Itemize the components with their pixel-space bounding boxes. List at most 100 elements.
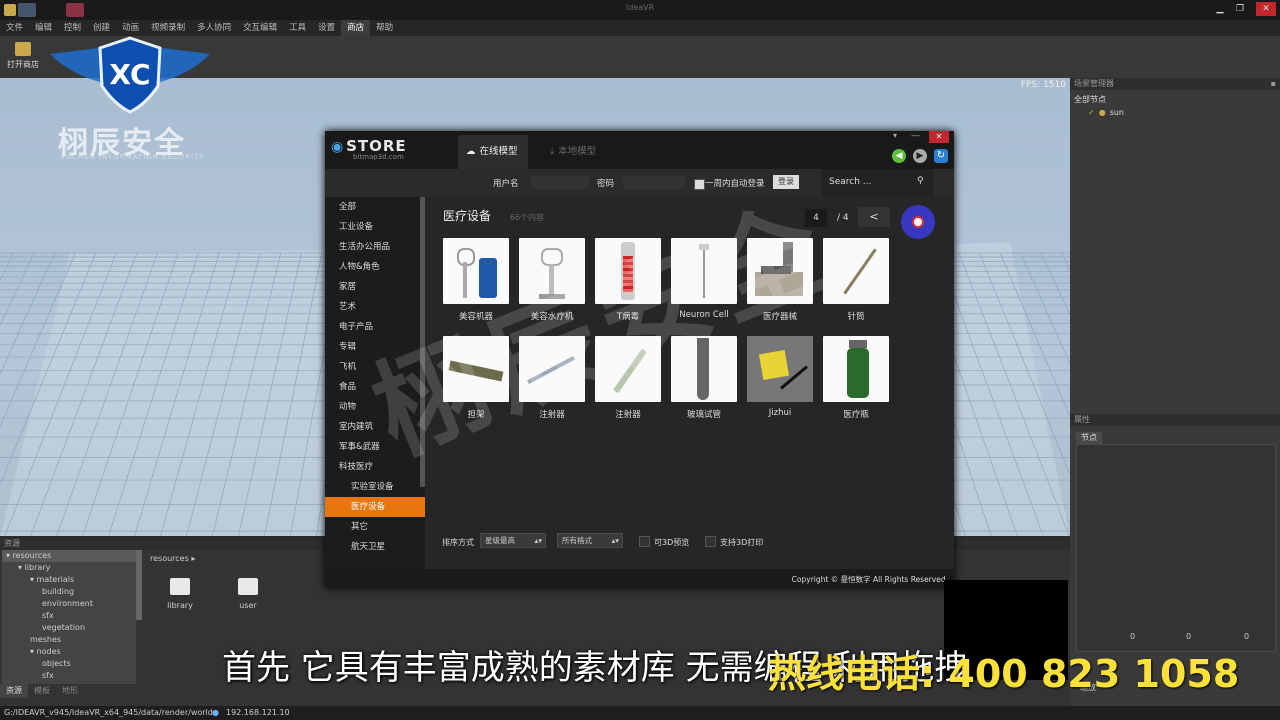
breadcrumb-item[interactable]: resources xyxy=(150,554,189,563)
window-thumbnail[interactable] xyxy=(18,3,36,17)
asset-tab[interactable]: 资源 xyxy=(0,684,28,698)
title-bar: IdeaVR ▁ ❐ ✕ xyxy=(0,0,1280,20)
tree-node[interactable]: sfx xyxy=(2,670,136,682)
ip-address: 192.168.121.10 xyxy=(226,708,290,717)
close-icon[interactable]: ✕ xyxy=(1256,2,1276,16)
folder-grid: library user xyxy=(160,578,268,610)
search-box[interactable]: Search ... ⚲ xyxy=(821,169,933,197)
category-item[interactable]: 全部 xyxy=(325,197,425,217)
open-store-button[interactable]: 打开商店 xyxy=(4,40,42,74)
model-card[interactable]: 医疗瓶 xyxy=(823,336,889,420)
model-name: 玻璃试管 xyxy=(686,410,721,420)
store-footer: Copyright © 曼恒数字 All Rights Reserved. xyxy=(325,569,954,588)
tree-node-label: building xyxy=(42,587,75,596)
3d-preview-label: 可3D预览 xyxy=(654,538,690,547)
close-icon[interactable]: ✕ xyxy=(929,131,949,143)
username-field[interactable] xyxy=(531,176,589,189)
model-thumbnail[interactable] xyxy=(747,336,813,402)
minimize-icon[interactable]: ▁ xyxy=(1212,2,1228,16)
refresh-icon[interactable]: ↻ xyxy=(934,149,948,163)
model-thumbnail[interactable] xyxy=(823,336,889,402)
asset-tab[interactable]: 地形 xyxy=(56,684,84,698)
menu-item[interactable]: 交互编辑 xyxy=(237,20,283,36)
3d-preview-checkbox[interactable] xyxy=(639,536,650,547)
tree-scrollbar[interactable] xyxy=(136,550,142,620)
folder-label: library xyxy=(167,601,193,610)
menu-item[interactable]: 帮助 xyxy=(370,20,399,36)
model-name: 注射器 xyxy=(615,410,641,420)
maximize-icon[interactable]: ❐ xyxy=(1232,2,1248,16)
category-item[interactable]: 家居 xyxy=(325,277,425,297)
scene-root-node[interactable]: 全部节点 xyxy=(1074,94,1106,105)
sort-select[interactable]: 星级最高 ▴▾ xyxy=(480,533,546,548)
check-icon[interactable]: ✓ xyxy=(1088,108,1095,117)
search-icon[interactable]: ⚲ xyxy=(917,176,924,186)
item-count: 66个内容 xyxy=(510,213,545,222)
tab-online-models[interactable]: ☁ 在线模型 xyxy=(458,135,528,169)
category-item[interactable]: 工业设备 xyxy=(325,217,425,237)
logo-mark: XC xyxy=(109,58,150,91)
tree-node[interactable]: meshes xyxy=(2,634,136,646)
download-icon: ⤓ xyxy=(550,146,555,157)
tree-node[interactable]: ▾ library xyxy=(2,562,136,574)
3d-print-label: 支持3D打印 xyxy=(720,538,764,547)
value-field[interactable]: 0 xyxy=(1186,632,1191,641)
forward-icon[interactable]: ▶ xyxy=(913,149,927,163)
tree-node[interactable]: objects xyxy=(2,658,136,670)
app-icon xyxy=(4,4,16,16)
menu-item[interactable]: 设置 xyxy=(312,20,341,36)
scene-node-sun[interactable]: ✓ ● sun xyxy=(1088,108,1124,117)
tab-node[interactable]: 节点 xyxy=(1076,432,1102,444)
value-field[interactable]: 0 xyxy=(1130,632,1135,641)
tree-node[interactable]: building xyxy=(2,586,136,598)
world-path: G:/IDEAVR_v945/IdeaVR_x64_945/data/rende… xyxy=(4,708,213,717)
model-card[interactable]: Jizhui xyxy=(747,336,813,420)
format-select[interactable]: 所有格式 ▴▾ xyxy=(557,533,623,548)
menu-item[interactable]: 工具 xyxy=(283,20,312,36)
properties-panel-title: 属性 xyxy=(1074,415,1090,424)
search-input[interactable]: Search ... xyxy=(829,177,871,187)
category-item[interactable]: 生活办公用品 xyxy=(325,237,425,257)
subcategory-item[interactable]: 其它 xyxy=(325,517,425,537)
value-field[interactable]: 0 xyxy=(1244,632,1249,641)
tree-node[interactable]: sfx xyxy=(2,610,136,622)
tree-node[interactable]: environment xyxy=(2,598,136,610)
tree-node[interactable]: ▾ materials xyxy=(2,574,136,586)
menu-item[interactable]: 商店 xyxy=(341,20,371,36)
subcategory-item[interactable]: 医疗设备 xyxy=(325,497,425,517)
tab-local-models[interactable]: ⤓ 本地模型 xyxy=(542,135,606,169)
back-icon[interactable]: ◀ xyxy=(892,149,906,163)
auto-login-checkbox[interactable] xyxy=(694,179,705,190)
folder-item[interactable]: user xyxy=(228,578,268,610)
tree-node[interactable]: ▾ resources xyxy=(2,550,136,562)
light-icon: ● xyxy=(1098,108,1106,117)
tree-node-label: materials xyxy=(36,575,75,584)
model-name: Jizhui xyxy=(768,408,792,418)
sort-label: 排序方式 xyxy=(442,538,474,547)
asset-tab[interactable]: 模板 xyxy=(28,684,56,698)
minimize-icon[interactable]: — xyxy=(911,131,920,141)
password-field[interactable] xyxy=(623,176,685,189)
tree-node[interactable]: vegetation xyxy=(2,622,136,634)
xuchen-logo: XC xyxy=(50,36,210,114)
pin-icon[interactable]: ▪ xyxy=(1271,78,1276,90)
store-logo-sub: bitmap3d.com xyxy=(353,153,404,161)
dropdown-icon[interactable]: ▾ xyxy=(893,131,897,140)
cursor-highlight xyxy=(901,205,935,239)
window-thumbnail[interactable] xyxy=(66,3,84,17)
prev-page-button[interactable]: < xyxy=(858,207,890,227)
breadcrumb[interactable]: resources ▸ xyxy=(150,554,195,563)
username-label: 用户名 xyxy=(493,179,519,189)
chevron-down-icon: ▴▾ xyxy=(611,536,619,545)
cursor-icon xyxy=(912,216,924,228)
folder-item[interactable]: library xyxy=(160,578,200,610)
cloud-icon: ☁ xyxy=(466,146,476,157)
scene-panel-header: 场景管理器 ▪ xyxy=(1070,78,1280,90)
category-item[interactable]: 人物&角色 xyxy=(325,257,425,277)
menu-item[interactable]: 文件 xyxy=(0,20,29,36)
3d-print-checkbox[interactable] xyxy=(705,536,716,547)
fps-counter: FPS: 1510 xyxy=(1020,80,1066,90)
copyright: Copyright © 曼恒数字 All Rights Reserved. xyxy=(791,575,948,584)
tree-node[interactable]: ▾ nodes xyxy=(2,646,136,658)
subcategory-item[interactable]: 航天卫星 xyxy=(325,537,425,557)
